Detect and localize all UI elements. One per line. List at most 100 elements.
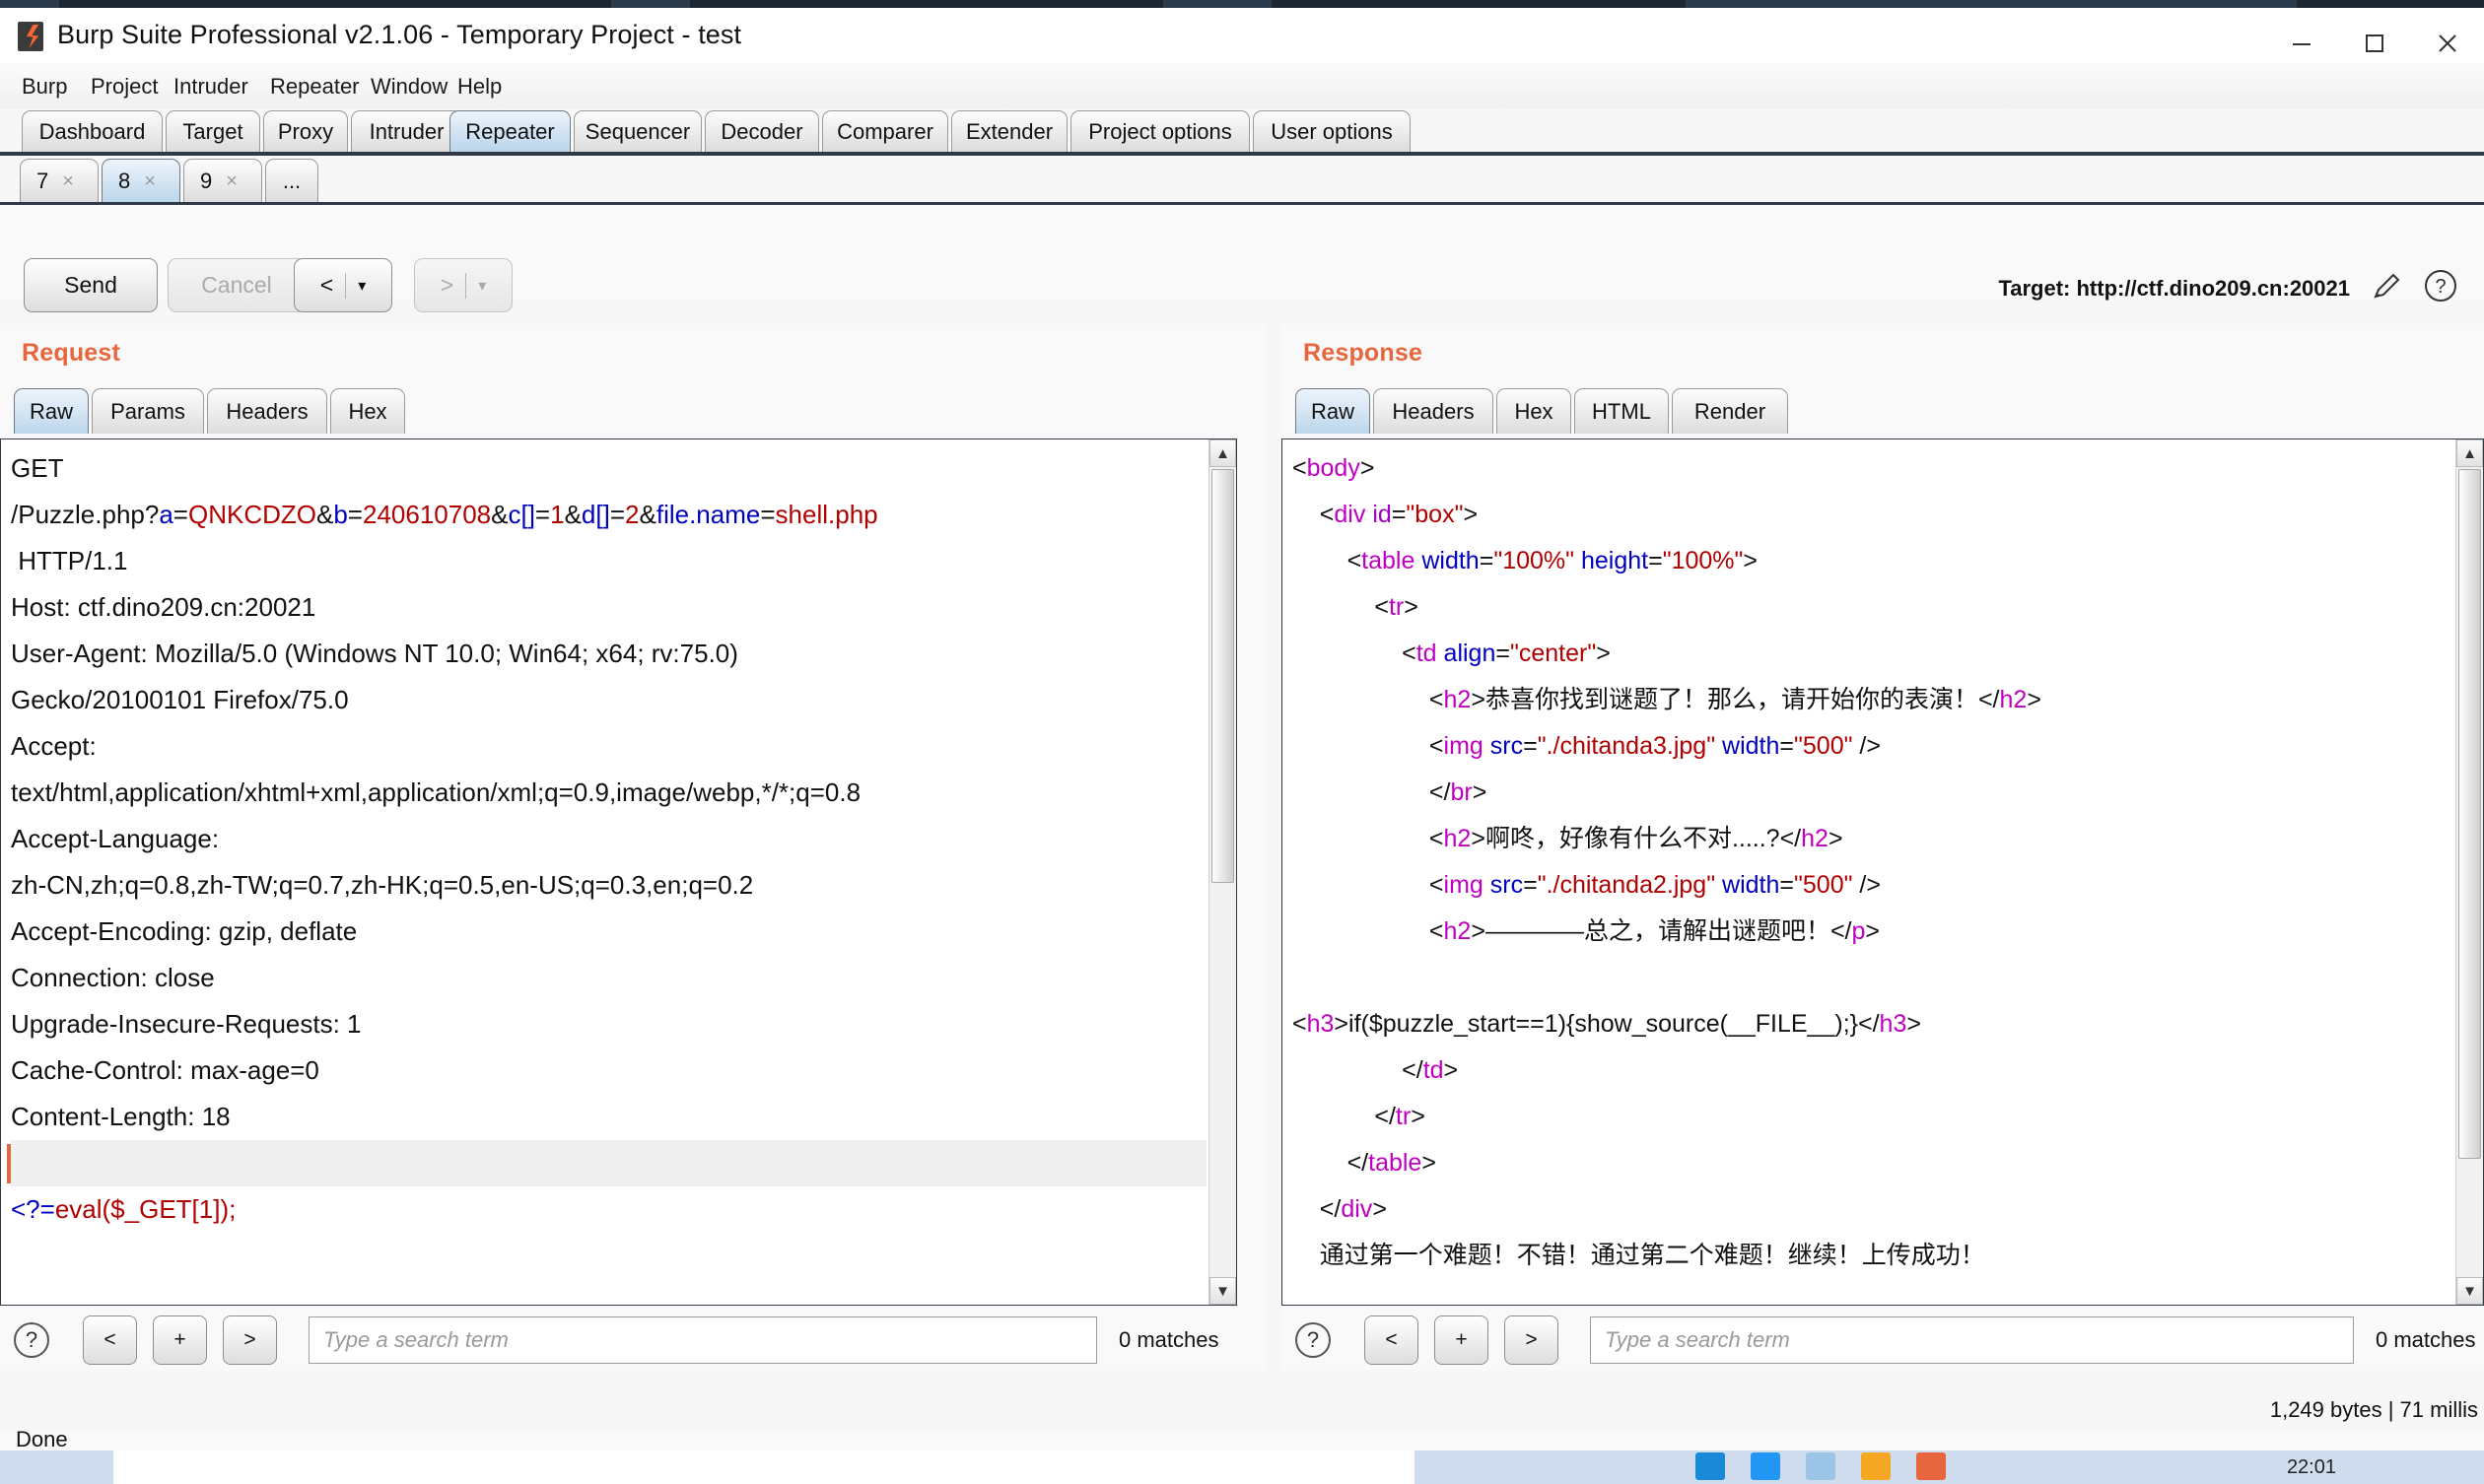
taskbar-icon-1[interactable] xyxy=(1695,1452,1725,1480)
cancel-button[interactable]: Cancel xyxy=(168,258,306,312)
code-line: <h2>————总之，请解出谜题吧！</p> xyxy=(1292,909,2453,955)
code-token: & xyxy=(491,500,509,529)
request-search-input[interactable]: Type a search term xyxy=(309,1316,1097,1364)
request-scrollbar[interactable]: ▲ ▼ xyxy=(1208,439,1236,1305)
menu-item-help[interactable]: Help xyxy=(451,71,508,102)
search-add-button[interactable]: + xyxy=(1434,1315,1488,1365)
close-icon[interactable]: × xyxy=(226,171,238,191)
request-tab-raw[interactable]: Raw xyxy=(14,388,89,434)
code-token: > xyxy=(1359,454,1375,482)
repeater-tab-9[interactable]: 9 × xyxy=(183,159,262,202)
request-tab-hex[interactable]: Hex xyxy=(330,388,405,434)
repeater-tab-7[interactable]: 7 × xyxy=(20,159,99,202)
scroll-up-icon[interactable]: ▲ xyxy=(1209,439,1236,467)
tab-decoder[interactable]: Decoder xyxy=(705,110,819,152)
code-token: width xyxy=(1722,732,1780,760)
code-token: = xyxy=(1779,871,1795,899)
search-add-button[interactable]: + xyxy=(153,1315,207,1365)
go-forward-button[interactable]: > ▾ xyxy=(414,258,513,312)
response-editor[interactable]: <body> <div id="box"> <table width="100%… xyxy=(1281,438,2484,1306)
code-line: HTTP/1.1 xyxy=(11,538,1207,584)
code-token: </ xyxy=(1292,1149,1369,1177)
menu-item-repeater[interactable]: Repeater xyxy=(264,71,366,102)
code-token: src xyxy=(1489,732,1524,760)
scrollbar-thumb[interactable] xyxy=(2458,469,2481,1159)
code-token: 1 xyxy=(550,500,565,529)
code-line: User-Agent: Mozilla/5.0 (Windows NT 10.0… xyxy=(11,631,1207,677)
tab-dashboard[interactable]: Dashboard xyxy=(22,110,163,152)
search-help-icon[interactable]: ? xyxy=(14,1322,49,1358)
repeater-tab-8[interactable]: 8 × xyxy=(102,159,180,202)
burp-suite-window: Burp Suite Professional v2.1.06 - Tempor… xyxy=(0,0,2484,1484)
pencil-icon[interactable] xyxy=(2370,269,2403,307)
code-token: < xyxy=(1292,917,1444,945)
tab-project-options[interactable]: Project options xyxy=(1070,110,1250,152)
code-token: file.name xyxy=(656,500,761,529)
search-next-button[interactable]: > xyxy=(223,1315,277,1365)
response-scrollbar[interactable]: ▲ ▼ xyxy=(2455,439,2483,1305)
scroll-up-icon[interactable]: ▲ xyxy=(2456,439,2483,467)
code-token: < xyxy=(1292,732,1444,760)
response-tab-raw[interactable]: Raw xyxy=(1295,388,1370,434)
repeater-tab-new[interactable]: ... xyxy=(265,159,318,202)
code-token: < xyxy=(1292,593,1389,621)
tab-repeater[interactable]: Repeater xyxy=(449,110,571,152)
request-tab-params[interactable]: Params xyxy=(92,388,204,434)
code-token: zh-CN,zh;q=0.8,zh-TW;q=0.7,zh-HK;q=0.5,e… xyxy=(11,870,754,900)
code-line: </table> xyxy=(1292,1140,2453,1186)
main-tab-bar: Dashboard Target Proxy Intruder Repeater… xyxy=(0,108,2484,156)
search-placeholder: Type a search term xyxy=(323,1327,509,1352)
go-back-button[interactable]: < ▾ xyxy=(294,258,392,312)
code-line: Upgrade-Insecure-Requests: 1 xyxy=(11,1001,1207,1047)
response-tab-headers[interactable]: Headers xyxy=(1373,388,1493,434)
menu-item-intruder[interactable]: Intruder xyxy=(168,71,254,102)
response-search-input[interactable]: Type a search term xyxy=(1590,1316,2354,1364)
code-token: Connection: close xyxy=(11,963,215,992)
code-token: 啊咚，好像有什么不对.....? xyxy=(1484,825,1780,852)
code-line: <td align="center"> xyxy=(1292,631,2453,677)
close-icon[interactable]: × xyxy=(144,171,156,191)
code-line: </tr> xyxy=(1292,1094,2453,1140)
menu-item-burp[interactable]: Burp xyxy=(16,71,73,102)
response-panel: Response Raw Headers Hex HTML Render <bo… xyxy=(1281,325,2484,1370)
taskbar-icon-4[interactable] xyxy=(1861,1452,1891,1480)
request-tab-headers[interactable]: Headers xyxy=(207,388,327,434)
code-token: "500" xyxy=(1794,871,1853,899)
taskbar-icon-2[interactable] xyxy=(1751,1452,1780,1480)
search-next-button[interactable]: > xyxy=(1504,1315,1558,1365)
send-button[interactable]: Send xyxy=(24,258,158,312)
scrollbar-thumb[interactable] xyxy=(1211,469,1234,883)
taskbar-icons xyxy=(1695,1452,1946,1480)
tab-extender[interactable]: Extender xyxy=(951,110,1068,152)
tab-user-options[interactable]: User options xyxy=(1253,110,1411,152)
search-prev-button[interactable]: < xyxy=(1364,1315,1418,1365)
tab-comparer[interactable]: Comparer xyxy=(822,110,948,152)
code-token: "./chitanda2.jpg" xyxy=(1537,871,1716,899)
response-tab-html[interactable]: HTML xyxy=(1574,388,1669,434)
scroll-down-icon[interactable]: ▼ xyxy=(2456,1277,2483,1305)
tab-sequencer[interactable]: Sequencer xyxy=(574,110,702,152)
code-token: > xyxy=(1443,1056,1459,1084)
menu-item-window[interactable]: Window xyxy=(365,71,453,102)
code-token: < xyxy=(1292,454,1307,482)
request-search-bar: ? < + > Type a search term 0 matches xyxy=(0,1305,1219,1376)
scroll-down-icon[interactable]: ▼ xyxy=(1209,1277,1236,1305)
response-tab-hex[interactable]: Hex xyxy=(1496,388,1571,434)
close-icon[interactable]: × xyxy=(62,171,74,191)
search-help-icon[interactable]: ? xyxy=(1295,1322,1331,1358)
taskbar-icon-5[interactable] xyxy=(1916,1452,1946,1480)
request-editor[interactable]: GET /Puzzle.php?a=QNKCDZO&b=240610708&c[… xyxy=(0,438,1237,1306)
response-tab-render[interactable]: Render xyxy=(1672,388,1788,434)
tab-intruder[interactable]: Intruder xyxy=(351,110,462,152)
code-token: = xyxy=(347,500,363,529)
tab-target[interactable]: Target xyxy=(166,110,260,152)
code-token: d xyxy=(581,500,596,529)
code-token: div xyxy=(1334,501,1366,528)
tab-proxy[interactable]: Proxy xyxy=(263,110,348,152)
menu-item-project[interactable]: Project xyxy=(85,71,164,102)
code-token: Accept-Encoding: gzip, deflate xyxy=(11,916,358,946)
taskbar-icon-3[interactable] xyxy=(1806,1452,1835,1480)
question-icon[interactable]: ? xyxy=(2423,268,2458,308)
search-prev-button[interactable]: < xyxy=(83,1315,137,1365)
request-match-count: 0 matches xyxy=(1119,1327,1219,1352)
